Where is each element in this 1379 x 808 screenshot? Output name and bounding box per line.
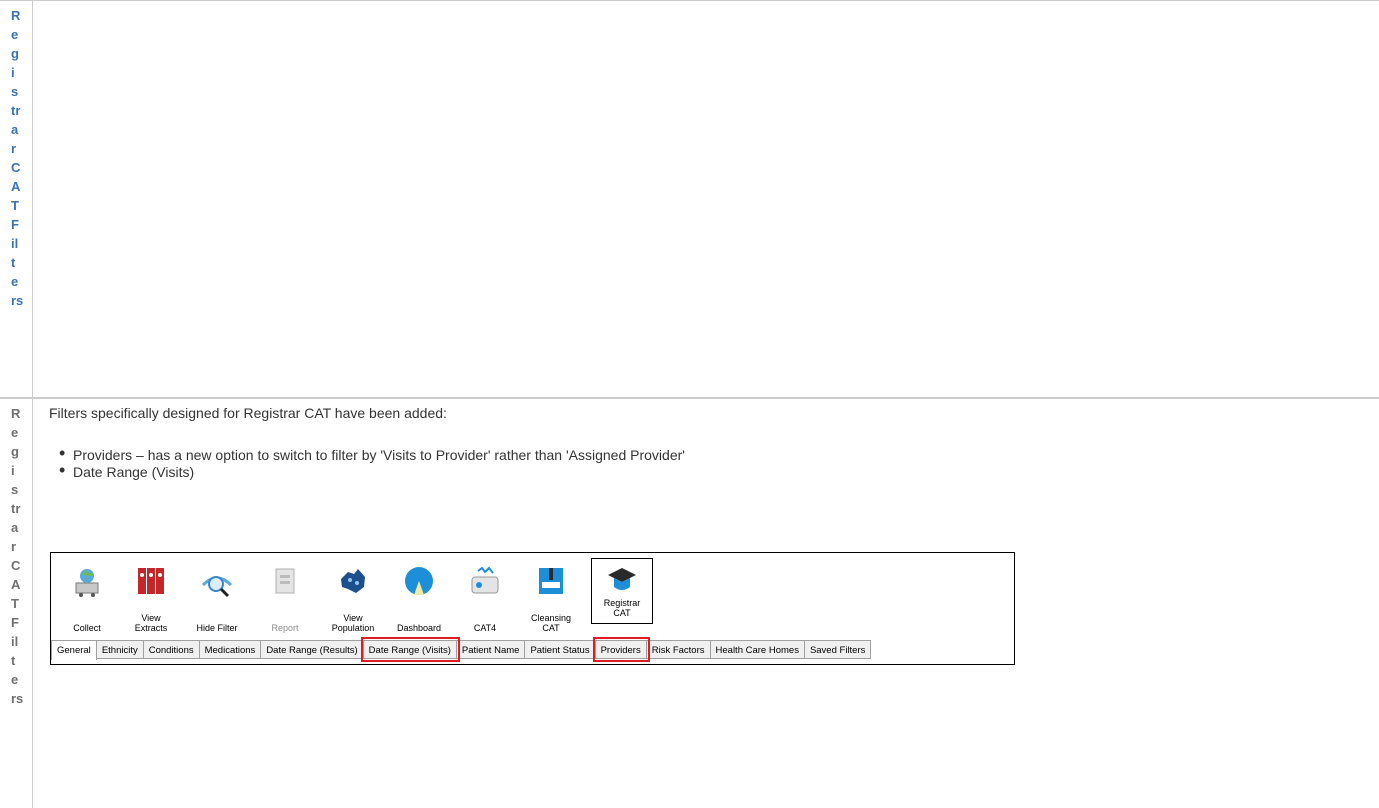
row-header-fragment: rs bbox=[11, 691, 24, 706]
row-header-fragment: a bbox=[11, 122, 19, 137]
row-content: Filters specifically designed for Regist… bbox=[33, 399, 1379, 808]
list-item: Providers – has a new option to switch t… bbox=[49, 445, 685, 464]
report-button[interactable]: Report bbox=[251, 561, 319, 641]
list-item: Date Range (Visits) bbox=[49, 462, 685, 481]
tab-medications[interactable]: Medications bbox=[199, 640, 262, 659]
tab-saved-filters[interactable]: Saved Filters bbox=[804, 640, 872, 659]
tab-patient-name[interactable]: Patient Name bbox=[456, 640, 526, 659]
row-header-fragment: C bbox=[11, 558, 21, 573]
row-header-fragment: F bbox=[11, 615, 19, 630]
tab-risk-factors[interactable]: Risk Factors bbox=[646, 640, 711, 659]
row-header-fragment: tr bbox=[11, 501, 21, 516]
row-content-empty bbox=[33, 1, 1379, 397]
row-header-fragment: t bbox=[11, 653, 16, 668]
row-header-fragment: g bbox=[11, 46, 19, 61]
view-extracts-button[interactable]: View Extracts bbox=[117, 561, 185, 641]
row-header-fragment: F bbox=[11, 217, 19, 232]
tab-general[interactable]: General bbox=[51, 640, 97, 660]
row-header-fragment: r bbox=[11, 539, 17, 554]
cleansing-cat-icon bbox=[539, 568, 563, 594]
row-header-fragment: g bbox=[11, 444, 19, 459]
row-header-fragment: i bbox=[11, 65, 15, 80]
toolbar-label: CAT4 bbox=[473, 623, 497, 633]
filter-list: Providers – has a new option to switch t… bbox=[49, 445, 685, 481]
collect-button[interactable]: Collect bbox=[53, 561, 121, 641]
row-header-fragment: R bbox=[11, 406, 21, 421]
toolbar-label: Collect bbox=[73, 623, 101, 633]
cat4-icon bbox=[471, 566, 499, 594]
hide-filter-button[interactable]: Hide Filter bbox=[183, 561, 251, 641]
row-header-fragment: e bbox=[11, 672, 19, 687]
tab-health-care-homes[interactable]: Health Care Homes bbox=[710, 640, 805, 659]
row-header-fragment: C bbox=[11, 160, 21, 175]
row-header-fragment: e bbox=[11, 425, 19, 440]
toolbar-label: Dashboard bbox=[396, 623, 442, 633]
registrar-cat-button[interactable]: Registrar CAT bbox=[591, 558, 653, 624]
row-header-fragment: A bbox=[11, 577, 21, 592]
row-header-link[interactable]: Re g i s tr a r C A T Fil t e rs bbox=[0, 1, 33, 397]
row-header-fragment: s bbox=[11, 84, 19, 99]
view-population-button[interactable]: View Population bbox=[319, 561, 387, 641]
row-header-fragment: A bbox=[11, 179, 21, 194]
toolbar-label: Hide Filter bbox=[196, 623, 238, 633]
cat4-button[interactable]: CAT4 bbox=[451, 561, 519, 641]
row-header-fragment: e bbox=[11, 274, 19, 289]
row-header: Re g i s tr a r C A T Fil t e rs bbox=[0, 399, 33, 808]
row-header-fragment: T bbox=[11, 198, 19, 213]
toolbar-label: Report bbox=[271, 623, 299, 633]
row-header-fragment: il bbox=[11, 634, 19, 649]
page: Re g i s tr a r C A T Fil t e rs Re g i s tr a r C A T Fil t e rs … bbox=[0, 0, 1379, 808]
population-map-icon bbox=[341, 569, 365, 593]
row-header-fragment: il bbox=[11, 236, 19, 251]
collect-icon bbox=[75, 569, 99, 597]
intro-text: Filters specifically designed for Regist… bbox=[49, 405, 447, 421]
extracts-icon bbox=[138, 568, 164, 594]
row-header-fragment: a bbox=[11, 520, 19, 535]
row-header-fragment: i bbox=[11, 463, 15, 478]
tab-patient-status[interactable]: Patient Status bbox=[525, 640, 596, 659]
row-header-fragment: t bbox=[11, 255, 16, 270]
cleansing-cat-button[interactable]: Cleansing CAT bbox=[517, 561, 585, 641]
row-header-fragment: rs bbox=[11, 293, 24, 308]
tab-date-range-visits[interactable]: Date Range (Visits) bbox=[360, 637, 460, 662]
toolbar: Collect View Extracts Hide Filter Report… bbox=[51, 553, 1014, 646]
dashboard-icon bbox=[405, 567, 433, 595]
report-icon bbox=[275, 568, 295, 594]
table-row: Re g i s tr a r C A T Fil t e rs bbox=[0, 0, 1379, 398]
tab-date-range-results[interactable]: Date Range (Results) bbox=[261, 640, 364, 659]
tab-conditions[interactable]: Conditions bbox=[143, 640, 200, 659]
dashboard-button[interactable]: Dashboard bbox=[385, 561, 453, 641]
toolbar-label: View Extracts bbox=[134, 613, 168, 633]
table-row: Re g i s tr a r C A T Fil t e rs Filters specifically… bbox=[0, 398, 1379, 808]
row-header-fragment: e bbox=[11, 27, 19, 42]
toolbar-label: Registrar CAT bbox=[603, 598, 641, 618]
app-screenshot: Collect View Extracts Hide Filter Report… bbox=[50, 552, 1015, 665]
row-header-fragment: R bbox=[11, 8, 21, 23]
tab-ethnicity[interactable]: Ethnicity bbox=[96, 640, 144, 659]
toolbar-label: Cleansing CAT bbox=[530, 613, 572, 633]
row-header-fragment: r bbox=[11, 141, 17, 156]
row-header-fragment: s bbox=[11, 482, 19, 497]
row-header-fragment: T bbox=[11, 596, 19, 611]
hide-filter-icon bbox=[201, 576, 233, 598]
tab-providers[interactable]: Providers bbox=[592, 637, 650, 662]
filter-tabs: General Ethnicity Conditions Medications… bbox=[51, 637, 872, 662]
row-header-fragment: tr bbox=[11, 103, 21, 118]
toolbar-label: View Population bbox=[331, 613, 375, 633]
registrar-cat-icon bbox=[608, 568, 636, 590]
